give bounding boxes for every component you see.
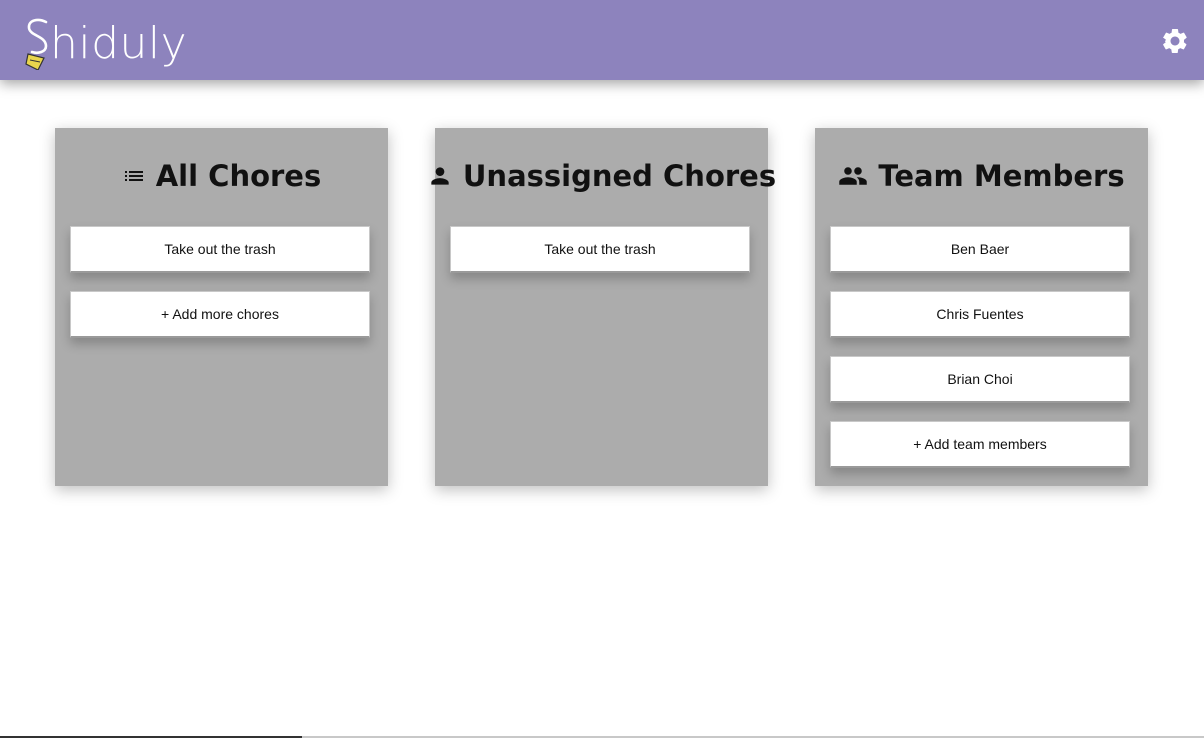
team-member-card[interactable]: Ben Baer: [830, 226, 1130, 273]
gear-icon: [1162, 28, 1187, 53]
chore-card[interactable]: Take out the trash: [450, 226, 750, 273]
team-members-column: Team Members Ben Baer Chris Fuentes Bria…: [815, 128, 1148, 486]
all-chores-column: All Chores Take out the trash + Add more…: [55, 128, 388, 486]
team-members-heading: Team Members: [815, 158, 1148, 194]
unassigned-chores-title: Unassigned Chores: [462, 159, 777, 193]
group-icon: [838, 161, 868, 191]
app-logo-text: hiduly: [50, 18, 188, 69]
chore-board: All Chores Take out the trash + Add more…: [55, 128, 1149, 486]
unassigned-chores-heading: Unassigned Chores: [431, 158, 776, 194]
all-chores-heading: All Chores: [55, 158, 388, 194]
team-member-card[interactable]: Chris Fuentes: [830, 291, 1130, 338]
team-members-title: Team Members: [878, 159, 1125, 193]
person-icon: [427, 163, 453, 189]
unassigned-chores-column: Unassigned Chores Take out the trash: [431, 128, 776, 486]
app-header: hiduly: [0, 0, 1204, 80]
add-team-member-button[interactable]: + Add team members: [830, 421, 1130, 468]
chore-card[interactable]: Take out the trash: [70, 226, 370, 273]
all-chores-title: All Chores: [155, 159, 322, 193]
app-logo[interactable]: hiduly: [24, 10, 187, 70]
add-chore-button[interactable]: + Add more chores: [70, 291, 370, 338]
team-member-card[interactable]: Brian Choi: [830, 356, 1130, 403]
settings-button[interactable]: [1160, 26, 1190, 56]
list-icon: [122, 164, 146, 188]
